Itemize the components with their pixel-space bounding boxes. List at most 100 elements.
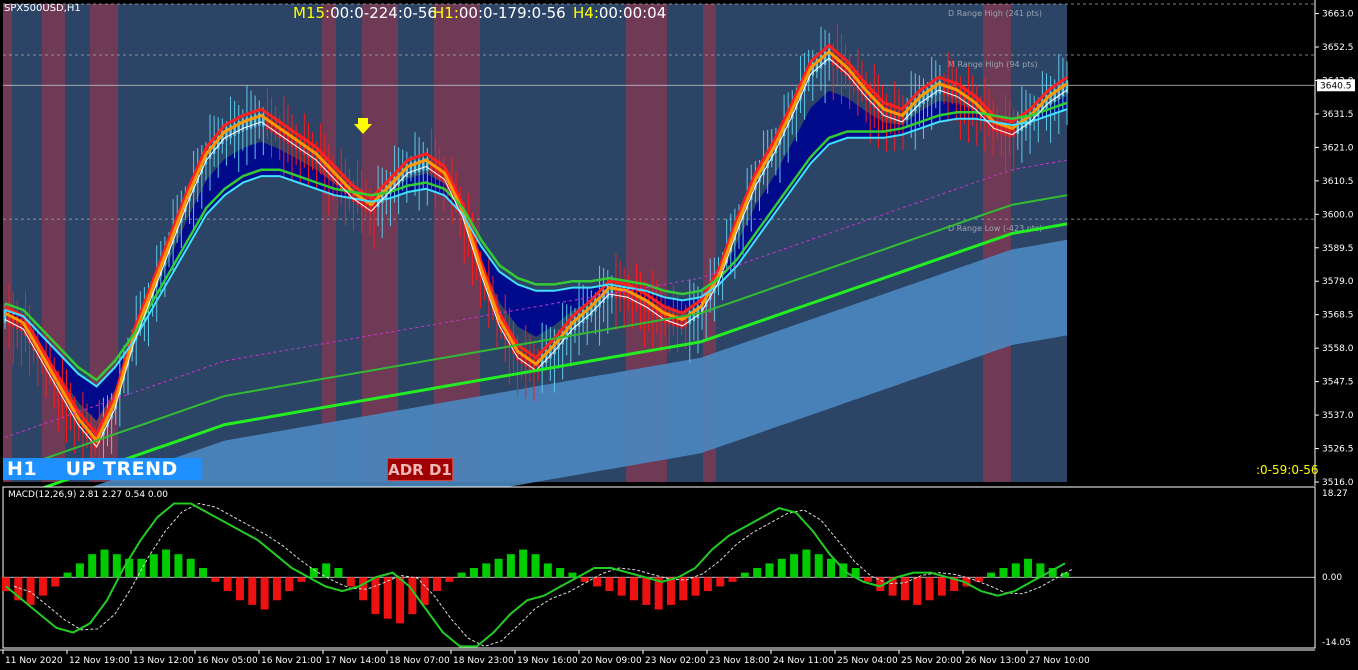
timer-h4-value: 00:00:04 xyxy=(598,4,667,22)
macd-histogram-bar xyxy=(285,577,294,592)
macd-histogram-bar xyxy=(630,577,639,601)
macd-histogram-bar xyxy=(469,568,478,578)
macd-histogram-bar xyxy=(703,577,712,592)
macd-histogram-bar xyxy=(728,577,737,582)
price-axis-tick-label: 3621.0 xyxy=(1322,143,1354,153)
macd-histogram-bar xyxy=(248,577,257,605)
macd-histogram-bar xyxy=(494,558,503,578)
time-axis-label: 27 Nov 10:00 xyxy=(1029,656,1090,666)
macd-axis-tick-label: -14.05 xyxy=(1322,638,1351,648)
price-axis-tick-label: 3568.5 xyxy=(1322,311,1354,321)
time-axis-label: 25 Nov 04:00 xyxy=(837,656,898,666)
bar-timer: :0-59:0-56 xyxy=(1256,463,1319,477)
macd-histogram-bar xyxy=(149,554,158,578)
candle-body xyxy=(3,309,7,323)
adr-badge[interactable]: ADR D1 xyxy=(387,458,453,481)
time-axis-label: 26 Nov 13:00 xyxy=(965,656,1026,666)
symbol-label: SPX500USD,H1 xyxy=(4,3,81,14)
macd-histogram-bar xyxy=(396,577,405,624)
macd-histogram-bar xyxy=(777,558,786,578)
price-axis-tick-label: 3537.0 xyxy=(1322,411,1354,421)
macd-histogram-bar xyxy=(617,577,626,596)
macd-histogram-bar xyxy=(679,577,688,601)
macd-histogram-bar xyxy=(383,577,392,619)
time-axis-label: 20 Nov 09:00 xyxy=(581,656,642,666)
macd-histogram-bar xyxy=(186,558,195,578)
macd-histogram-bar xyxy=(642,577,651,605)
macd-histogram-bar xyxy=(925,577,934,601)
macd-histogram-bar xyxy=(482,563,491,578)
macd-histogram-bar xyxy=(790,554,799,578)
macd-histogram-bar xyxy=(827,558,836,578)
macd-histogram-bar xyxy=(38,577,47,596)
session-band-blue xyxy=(118,4,322,482)
session-band-red xyxy=(42,4,65,482)
macd-frame xyxy=(2,486,1316,649)
macd-histogram-bar xyxy=(937,577,946,596)
price-axis-tick-label: 3652.5 xyxy=(1322,43,1354,53)
time-axis-label: 18 Nov 07:00 xyxy=(389,656,450,666)
chart-canvas[interactable]: D Range High (241 pts) M Range High (94 p… xyxy=(0,0,1358,670)
macd-histogram-bar xyxy=(272,577,281,601)
macd-histogram-bar xyxy=(199,568,208,578)
timer-h4: H4:00:00:04 xyxy=(573,4,666,22)
timer-h1-value: 00:0-179:0-56 xyxy=(458,4,566,22)
macd-histogram-bar xyxy=(519,549,528,578)
macd-histogram-bar xyxy=(1024,558,1033,578)
price-axis-tick-label: 3558.0 xyxy=(1322,344,1354,354)
macd-histogram-bar xyxy=(802,549,811,578)
price-axis-tick-label: 3610.5 xyxy=(1322,177,1354,187)
macd-histogram-bar xyxy=(297,577,306,582)
macd-histogram-bar xyxy=(432,577,441,592)
time-axis-label: 23 Nov 18:00 xyxy=(709,656,770,666)
macd-histogram-bar xyxy=(75,563,84,578)
price-axis-tick-label: 3579.0 xyxy=(1322,277,1354,287)
session-band-red xyxy=(322,4,336,482)
timer-h1: H1:00:0-179:0-56 xyxy=(433,4,566,22)
macd-histogram-bar xyxy=(753,568,762,578)
price-axis-tick-label: 3663.0 xyxy=(1322,10,1354,20)
macd-histogram-bar xyxy=(457,572,466,578)
macd-histogram-bar xyxy=(740,572,749,578)
price-axis-tick-label: 3589.5 xyxy=(1322,244,1354,254)
time-axis-label: 16 Nov 21:00 xyxy=(261,656,322,666)
candle-body xyxy=(1065,80,1069,94)
price-axis-tick-label: 3526.5 xyxy=(1322,445,1354,455)
macd-histogram-bar xyxy=(162,549,171,578)
macd-histogram-bar xyxy=(63,572,72,578)
macd-histogram-bar xyxy=(211,577,220,582)
time-axis-label: 16 Nov 05:00 xyxy=(197,656,258,666)
macd-histogram-bar xyxy=(100,549,109,578)
macd-histogram-bar xyxy=(900,577,909,601)
time-axis-label: 13 Nov 12:00 xyxy=(133,656,194,666)
time-axis-label: 24 Nov 11:00 xyxy=(773,656,834,666)
macd-histogram-bar xyxy=(260,577,269,610)
macd-histogram-bar xyxy=(26,577,35,605)
time-axis-label: 23 Nov 02:00 xyxy=(645,656,706,666)
timer-m15-key: M15: xyxy=(293,4,331,22)
time-axis-label: 18 Nov 23:00 xyxy=(453,656,514,666)
time-axis-label: 12 Nov 19:00 xyxy=(69,656,130,666)
macd-axis-tick-label: 0.00 xyxy=(1322,573,1342,583)
macd-panel: MACD(12,26,9) 2.81 2.27 0.54 0.00 18.27 0.… xyxy=(2,486,1351,649)
macd-histogram-bar xyxy=(999,568,1008,578)
macd-histogram-bar xyxy=(88,554,97,578)
time-axis-label: 19 Nov 16:00 xyxy=(517,656,578,666)
macd-histogram-bar xyxy=(543,563,552,578)
macd-axis-tick-label: 18.27 xyxy=(1322,489,1348,499)
macd-histogram-bar xyxy=(716,577,725,587)
macd-histogram-bar xyxy=(125,558,134,578)
timer-m15-value: 00:0-224:0-56 xyxy=(330,4,437,22)
time-axis-label: 25 Nov 20:00 xyxy=(901,656,962,666)
macd-histogram-bar xyxy=(913,577,922,605)
time-axis-label: 17 Nov 14:00 xyxy=(325,656,386,666)
macd-histogram-bar xyxy=(987,572,996,578)
macd-histogram-bar xyxy=(223,577,232,592)
macd-histogram-bar xyxy=(531,554,540,578)
macd-histogram-bar xyxy=(445,577,454,582)
macd-histogram-bar xyxy=(371,577,380,615)
macd-histogram-bar xyxy=(174,554,183,578)
current-price-label: 3640.5 xyxy=(1320,81,1352,91)
macd-histogram-bar xyxy=(51,577,60,587)
macd-histogram-bar xyxy=(346,577,355,587)
